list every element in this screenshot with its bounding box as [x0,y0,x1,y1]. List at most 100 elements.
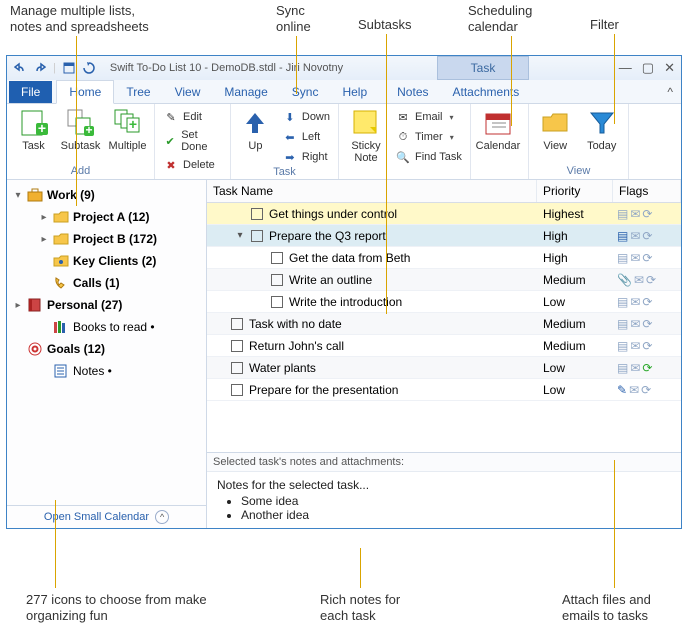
tab-notes[interactable]: Notes [385,81,440,103]
task-checkbox[interactable] [231,318,243,330]
task-checkbox[interactable] [271,296,283,308]
find-task-button[interactable]: 🔍Find Task [391,148,466,166]
col-name[interactable]: Task Name [207,180,537,202]
note-flag-icon[interactable]: ▤ [617,207,628,221]
mail-flag-icon[interactable]: ✉ [630,339,640,353]
note-flag-icon[interactable]: ▤ [617,317,628,331]
edit-flag-icon[interactable]: ✎ [617,383,627,397]
task-row[interactable]: Get things under controlHighest▤✉⟳ [207,203,681,225]
view-button[interactable]: View [533,106,578,152]
tab-home[interactable]: Home [56,80,114,104]
timer-button[interactable]: ⏱Timer▾ [391,128,466,146]
setdone-button[interactable]: ✔Set Done [159,128,226,154]
note-flag-icon[interactable]: ▤ [617,229,628,243]
right-button[interactable]: ➡Right [278,148,334,166]
tab-manage[interactable]: Manage [212,81,279,103]
task-row[interactable]: Return John's callMedium▤✉⟳ [207,335,681,357]
open-small-calendar[interactable]: Open Small Calendar ^ [7,505,206,528]
mail-flag-icon[interactable]: ✉ [630,361,640,375]
minimize-button[interactable]: — [619,60,632,76]
tree-expander-icon[interactable]: ▸ [13,300,23,311]
task-row[interactable]: ▾Prepare the Q3 reportHigh▤✉⟳ [207,225,681,247]
recur-flag-icon[interactable]: ⟳ [642,339,652,353]
tab-help[interactable]: Help [330,81,379,103]
task-checkbox[interactable] [251,208,263,220]
tree-item-8[interactable]: Notes • [9,360,204,382]
task-checkbox[interactable] [251,230,263,242]
new-window-icon[interactable] [62,61,76,75]
tree-item-3[interactable]: Key Clients (2) [9,250,204,272]
recur-flag-icon[interactable]: ⟳ [646,273,656,287]
task-row[interactable]: Write an outlineMedium📎✉⟳ [207,269,681,291]
mail-flag-icon[interactable]: ✉ [629,383,639,397]
tree-expander-icon[interactable]: ▸ [39,212,49,223]
task-checkbox[interactable] [231,362,243,374]
clip-flag-icon[interactable]: 📎 [617,273,632,287]
tree-item-2[interactable]: ▸Project B (172) [9,228,204,250]
mail-flag-icon[interactable]: ✉ [630,251,640,265]
maximize-button[interactable]: ▢ [642,60,654,76]
subtask-button[interactable]: + Subtask [58,106,103,152]
recur-flag-icon[interactable]: ⟳ [642,295,652,309]
tree-item-0[interactable]: ▾Work (9) [9,184,204,206]
undo-icon[interactable] [13,61,27,75]
task-button[interactable]: + Task [11,106,56,152]
note-flag-icon[interactable]: ▤ [617,361,628,375]
multiple-button[interactable]: + Multiple [105,106,150,152]
col-flags[interactable]: Flags [613,180,681,202]
task-checkbox[interactable] [231,384,243,396]
tree-item-1[interactable]: ▸Project A (12) [9,206,204,228]
task-checkbox[interactable] [271,252,283,264]
task-row[interactable]: Prepare for the presentationLow✎✉⟳ [207,379,681,401]
task-row[interactable]: Water plantsLow▤✉⟳ [207,357,681,379]
note-flag-icon[interactable]: ▤ [617,339,628,353]
mail-flag-icon[interactable]: ✉ [630,317,640,331]
task-row[interactable]: Write the introductionLow▤✉⟳ [207,291,681,313]
mail-flag-icon[interactable]: ✉ [634,273,644,287]
recur-flag-icon[interactable]: ⟳ [642,229,652,243]
note-flag-icon[interactable]: ▤ [617,251,628,265]
context-tab-task[interactable]: Task [437,56,529,80]
notes-body[interactable]: Notes for the selected task... Some idea… [207,472,681,528]
sticky-note-button[interactable]: Sticky Note [343,106,389,164]
today-filter-button[interactable]: Today [580,106,625,152]
tab-file[interactable]: File [9,81,52,103]
down-button[interactable]: ⬇Down [278,108,334,126]
tree-item-6[interactable]: Books to read • [9,316,204,338]
recur-flag-icon[interactable]: ⟳ [641,383,651,397]
task-row[interactable]: Task with no dateMedium▤✉⟳ [207,313,681,335]
task-row[interactable]: Get the data from BethHigh▤✉⟳ [207,247,681,269]
redo-icon[interactable] [33,61,47,75]
task-checkbox[interactable] [231,340,243,352]
tab-sync[interactable]: Sync [280,81,331,103]
up-button[interactable]: Up [235,106,276,152]
calendar-button[interactable]: Calendar [475,106,521,152]
recur-flag-icon[interactable]: ⟳ [642,251,652,265]
edit-button[interactable]: ✎Edit [159,108,226,126]
tree-item-4[interactable]: Calls (1) [9,272,204,294]
ribbon-collapse-icon[interactable]: ^ [659,81,681,103]
recur-flag-icon[interactable]: ⟳ [642,361,652,375]
group-label-add: Add [11,165,150,179]
close-button[interactable]: ✕ [664,60,675,76]
delete-button[interactable]: ✖Delete [159,156,226,174]
tree-expander-icon[interactable]: ▸ [39,234,49,245]
left-button[interactable]: ⬅Left [278,128,334,146]
col-priority[interactable]: Priority [537,180,613,202]
tree-item-7[interactable]: Goals (12) [9,338,204,360]
recur-flag-icon[interactable]: ⟳ [642,317,652,331]
tab-attachments[interactable]: Attachments [441,81,532,103]
tab-view[interactable]: View [163,81,213,103]
task-expander-icon[interactable]: ▾ [235,230,245,241]
tab-tree[interactable]: Tree [114,81,162,103]
recur-flag-icon[interactable]: ⟳ [642,207,652,221]
task-checkbox[interactable] [271,274,283,286]
refresh-icon[interactable] [82,61,96,75]
mail-flag-icon[interactable]: ✉ [630,295,640,309]
mail-flag-icon[interactable]: ✉ [630,207,640,221]
tree-item-5[interactable]: ▸Personal (27) [9,294,204,316]
note-flag-icon[interactable]: ▤ [617,295,628,309]
email-button[interactable]: ✉Email▾ [391,108,466,126]
mail-flag-icon[interactable]: ✉ [630,229,640,243]
tree-expander-icon[interactable]: ▾ [13,190,23,201]
